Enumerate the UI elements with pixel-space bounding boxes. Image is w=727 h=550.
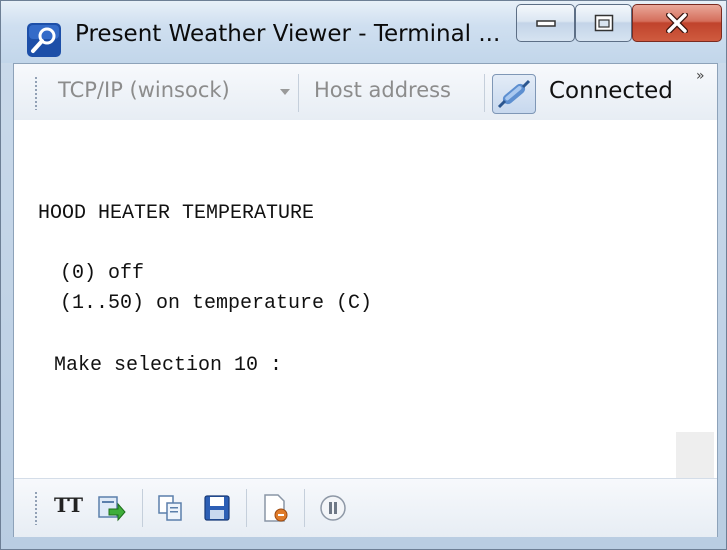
chevron-down-icon[interactable] bbox=[280, 89, 290, 95]
close-button[interactable] bbox=[632, 4, 722, 42]
toolbar-separator bbox=[246, 489, 247, 527]
terminal-toolbar: TT bbox=[14, 478, 717, 537]
minimize-icon bbox=[535, 20, 556, 27]
terminal-line: (0) off bbox=[48, 262, 145, 285]
toolbar-grip[interactable] bbox=[34, 491, 38, 525]
toolbar-separator bbox=[298, 74, 299, 112]
connection-toolbar: TCP/IP (winsock) Host address Connected … bbox=[14, 64, 717, 121]
terminal-line: Make selection 10 : bbox=[42, 354, 283, 377]
search-magnifier-icon bbox=[27, 23, 61, 57]
terminal-line: HOOD HEATER TEMPERATURE bbox=[38, 202, 315, 225]
toolbar-separator bbox=[304, 489, 305, 527]
font-icon[interactable]: TT bbox=[54, 493, 83, 517]
terminal-output[interactable]: HOOD HEATER TEMPERATURE (0) off (1..50) … bbox=[14, 120, 717, 532]
connection-status: Connected bbox=[549, 78, 673, 104]
maximize-icon bbox=[594, 14, 613, 32]
maximize-button[interactable] bbox=[575, 4, 632, 42]
toolbar-separator bbox=[142, 489, 143, 527]
copy-icon[interactable] bbox=[156, 493, 186, 523]
terminal-line: (1..50) on temperature (C) bbox=[48, 292, 373, 315]
toolbar-separator bbox=[484, 74, 485, 112]
stop-log-icon[interactable] bbox=[260, 493, 290, 523]
connection-type-combo[interactable]: TCP/IP (winsock) bbox=[58, 78, 230, 102]
toolbar-grip[interactable] bbox=[34, 76, 38, 110]
toolbar-overflow-icon[interactable]: » bbox=[696, 68, 705, 84]
app-window: Present Weather Viewer - Terminal ... TC… bbox=[0, 0, 727, 550]
minimize-button[interactable] bbox=[516, 4, 575, 42]
save-icon[interactable] bbox=[202, 493, 232, 523]
window-title: Present Weather Viewer - Terminal ... bbox=[75, 21, 501, 47]
host-address-input[interactable]: Host address bbox=[314, 78, 451, 102]
title-bar[interactable]: Present Weather Viewer - Terminal ... bbox=[1, 1, 726, 63]
pause-icon[interactable] bbox=[318, 493, 348, 523]
client-area: TCP/IP (winsock) Host address Connected … bbox=[13, 63, 718, 537]
close-icon bbox=[666, 13, 688, 33]
send-file-icon[interactable] bbox=[96, 493, 126, 523]
connect-plug-icon[interactable] bbox=[492, 74, 536, 114]
